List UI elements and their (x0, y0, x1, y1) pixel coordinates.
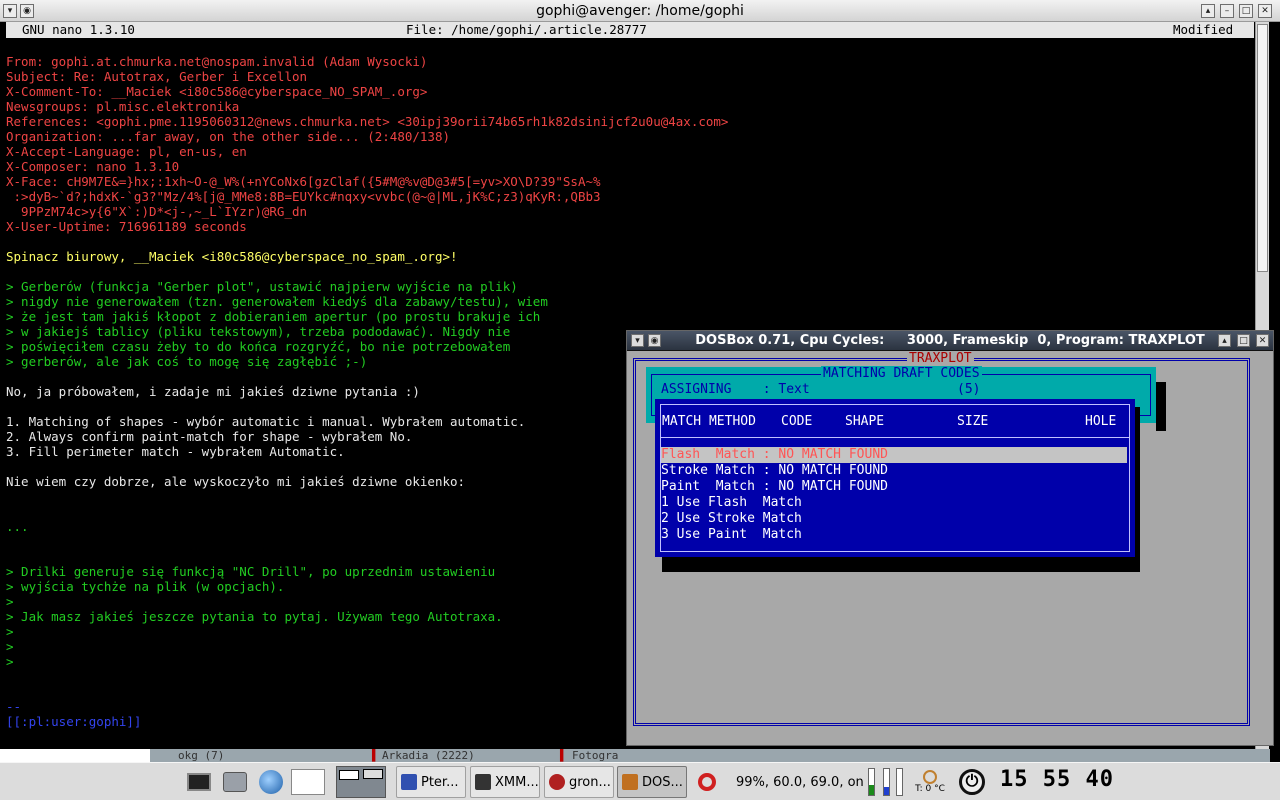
text-line (6, 234, 1254, 249)
shade-icon[interactable]: ▴ (1218, 334, 1231, 347)
column-code: CODE (781, 414, 813, 429)
task-dosbox[interactable]: DOS... (617, 766, 687, 798)
terminal-titlebar[interactable]: ▾ ◉ gophi@avenger: /home/gophi ▴ – □ ✕ (0, 0, 1280, 22)
tab-okg[interactable]: okg (7) (178, 749, 224, 762)
gron-icon (549, 774, 565, 790)
text-line: Newsgroups: pl.misc.elektronika (6, 99, 240, 114)
tab-arkadia[interactable]: Arkadia (2222) (382, 749, 475, 762)
dosbox-title: DOSBox 0.71, Cpu Cycles: 3000, Frameskip… (695, 333, 1205, 348)
text-line: > że jest tam jakiś kłopot z dobieraniem… (6, 309, 541, 324)
text-line: X-Accept-Language: pl, en-us, en (6, 144, 247, 159)
text-line: X-Face: cH9M7E&=}hx;:1xh~O-@_W%(+nYCoNx6… (6, 174, 601, 189)
terminal-tabs: okg (7) ▌ Arkadia (2222) ▌ Fotogra (0, 749, 1270, 762)
clock: 15 55 40 (1000, 767, 1114, 792)
column-shape: SHAPE (845, 414, 885, 429)
cpu-meters (868, 766, 908, 798)
text-line: :>dyB~`d?;hdxK-`g3?"Mz/4%[j@_MMe8:8B=EUY… (6, 189, 601, 204)
text-line: > nigdy nie generowałem (tzn. generowałe… (6, 294, 548, 309)
task-pter[interactable]: Pter... (396, 766, 466, 798)
temp-icon (923, 770, 937, 784)
close-icon[interactable]: ✕ (1258, 4, 1272, 18)
text-line: X-Comment-To: __Maciek <i80c586@cyberspa… (6, 84, 428, 99)
use-flash-option[interactable]: 1 Use Flash Match (661, 495, 802, 511)
pager[interactable] (336, 766, 388, 798)
panel-title: MATCHING DRAFT CODES (821, 366, 982, 382)
text-line: X-User-Uptime: 716961189 seconds (6, 219, 247, 234)
tab-separator: ▌ (372, 749, 379, 762)
window-menu-icon[interactable]: ▾ (3, 4, 17, 18)
task-label: DOS... (642, 774, 683, 790)
close-icon[interactable]: ✕ (1256, 334, 1269, 347)
power-icon[interactable]: ⏻ (956, 766, 990, 798)
use-paint-option[interactable]: 3 Use Paint Match (661, 527, 802, 543)
assigning-count: (5) (957, 382, 981, 397)
show-desktop-icon[interactable] (184, 766, 214, 798)
scrollbar-thumb[interactable] (1257, 24, 1268, 272)
assigning-label: ASSIGNING : Text (661, 382, 810, 397)
text-line (6, 264, 1254, 279)
shade-icon[interactable]: ▴ (1201, 4, 1215, 18)
minimize-icon[interactable]: – (1220, 4, 1234, 18)
task-label: Pter... (421, 774, 459, 790)
dosbox-icon (622, 774, 638, 790)
window-menu-icon[interactable]: ▾ (631, 334, 644, 347)
tab-fotogra[interactable]: Fotogra (572, 749, 618, 762)
text-line: References: <gophi.pme.1195060312@news.c… (6, 114, 729, 129)
temp-text: T: 0 °C (915, 784, 945, 794)
nano-header: GNU nano 1.3.10 File: /home/gophi/.artic… (6, 22, 1254, 38)
column-match-method: MATCH METHOD (662, 414, 756, 429)
dosbox-titlebar[interactable]: ▾ ◉ DOSBox 0.71, Cpu Cycles: 3000, Frame… (627, 331, 1273, 351)
run-box[interactable] (291, 766, 327, 798)
nano-version: GNU nano 1.3.10 (22, 22, 135, 37)
text-line: > Gerberów (funkcja "Gerber plot", ustaw… (6, 279, 518, 294)
text-line: Subject: Re: Autotrax, Gerber i Excellon (6, 69, 308, 84)
text-line: From: gophi.at.chmurka.net@nospam.invali… (6, 54, 428, 69)
window-options-icon[interactable]: ◉ (20, 4, 34, 18)
text-line: X-Composer: nano 1.3.10 (6, 159, 180, 174)
active-tab[interactable] (0, 749, 150, 762)
paint-match-row[interactable]: Paint Match : NO MATCH FOUND (661, 479, 888, 495)
xmms-icon (475, 774, 491, 790)
text-line: Organization: ...far away, on the other … (6, 129, 451, 144)
terminal-app-icon (401, 774, 417, 790)
maximize-icon[interactable]: □ (1239, 4, 1253, 18)
taskbar: Pter... XMM... gron... DOS... 99%, 60.0,… (0, 762, 1280, 800)
panel-shadow (1156, 382, 1166, 431)
window-options-icon[interactable]: ◉ (648, 334, 661, 347)
task-gron[interactable]: gron... (544, 766, 614, 798)
program-title: TRAXPLOT (907, 351, 974, 367)
text-line: 9PPzM74c>y{6"X`:)D*<j-,~_L`IYzr)@RG_dn (6, 204, 308, 219)
task-xmm[interactable]: XMM... (470, 766, 540, 798)
cpu-status: 99%, 60.0, 69.0, on (736, 766, 866, 798)
tab-separator: ▌ (560, 749, 567, 762)
use-stroke-option[interactable]: 2 Use Stroke Match (661, 511, 802, 527)
dos-screen[interactable]: TRAXPLOT MATCHING DRAFT CODES ASSIGNING … (631, 351, 1271, 743)
tray-lifebuoy-icon[interactable] (692, 766, 722, 798)
browser-icon[interactable] (256, 766, 286, 798)
column-hole: HOLE (1085, 414, 1117, 429)
cpu-status-text: 99%, 60.0, 69.0, on (736, 774, 864, 790)
maximize-icon[interactable]: □ (1237, 334, 1250, 347)
text-line: Spinacz biurowy, __Maciek <i80c586@cyber… (6, 249, 458, 264)
task-label: XMM... (495, 774, 539, 790)
dosbox-window: ▾ ◉ DOSBox 0.71, Cpu Cycles: 3000, Frame… (626, 330, 1274, 746)
nano-status: Modified (1173, 22, 1234, 37)
temp-monitor: T: 0 °C (908, 766, 952, 798)
nano-filename: File: /home/gophi/.article.28777 (406, 22, 647, 37)
task-label: gron... (569, 774, 611, 790)
stroke-match-row[interactable]: Stroke Match : NO MATCH FOUND (661, 463, 888, 479)
flash-match-row[interactable]: Flash Match : NO MATCH FOUND (661, 447, 888, 463)
terminal-title: gophi@avenger: /home/gophi (536, 2, 744, 19)
file-manager-icon[interactable] (220, 766, 250, 798)
column-size: SIZE (957, 414, 989, 429)
